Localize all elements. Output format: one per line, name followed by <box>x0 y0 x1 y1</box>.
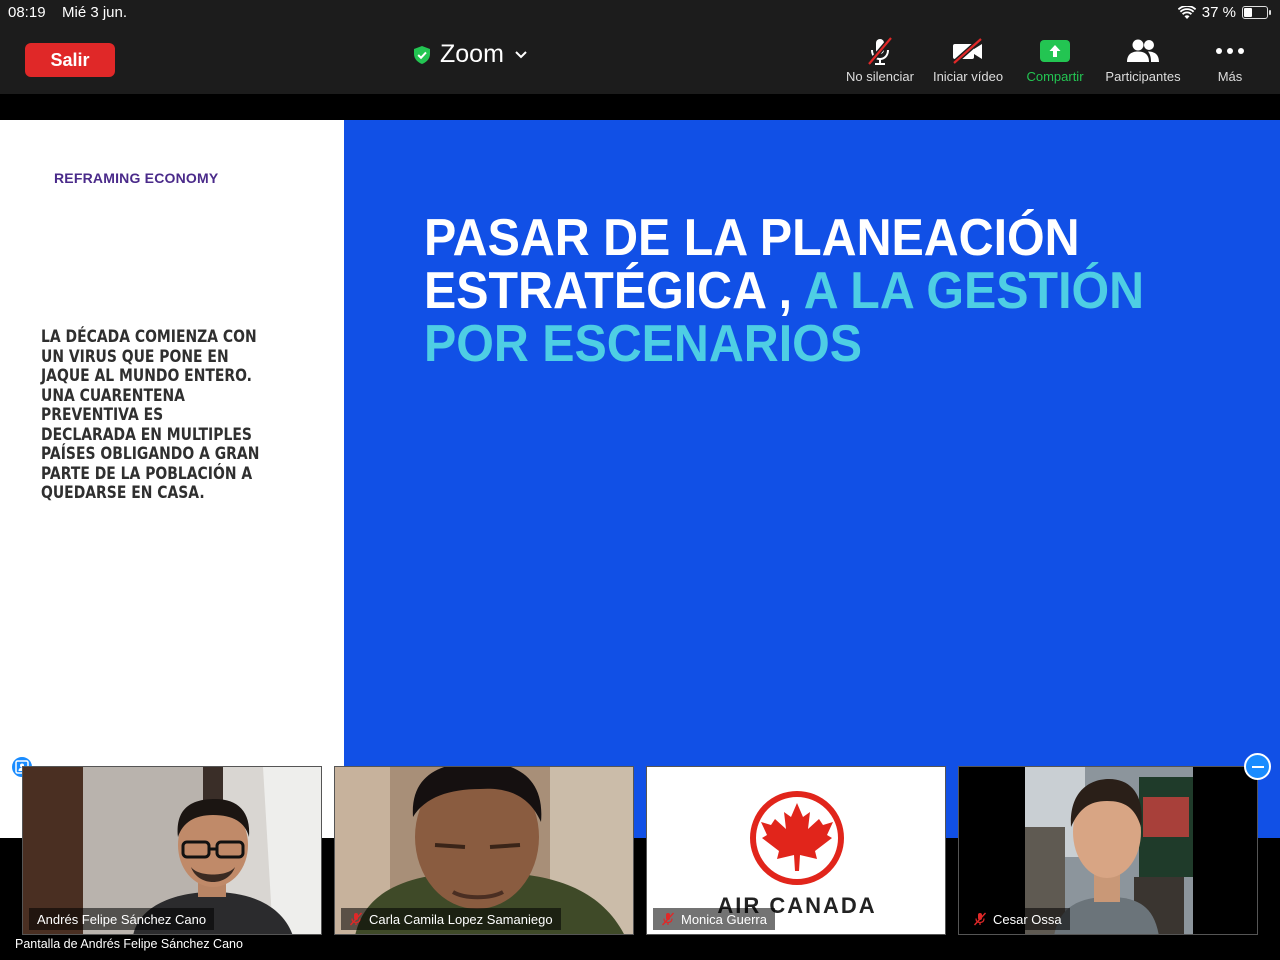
status-time: 08:19 <box>8 4 46 21</box>
participant-name: Carla Camila Lopez Samaniego <box>341 908 561 930</box>
participants-icon <box>1127 39 1159 62</box>
share-screen-icon <box>1040 40 1070 62</box>
slide-left-text: LA DÉCADA COMIENZA CON UN VIRUS QUE PONE… <box>41 327 279 504</box>
more-icon <box>1216 48 1244 54</box>
participant-name: Cesar Ossa <box>965 908 1070 930</box>
slide-left-line: LA DÉCADA COMIENZA CON <box>41 327 257 347</box>
status-date: Mié 3 jun. <box>62 4 128 21</box>
slide-left-line: PREVENTIVA ES <box>41 405 164 425</box>
participant-name-text: Cesar Ossa <box>993 911 1062 927</box>
participant-name-text: Andrés Felipe Sánchez Cano <box>37 911 207 927</box>
slide-left-line: UNA CUARENTENA <box>41 385 185 406</box>
unmute-label: No silenciar <box>846 69 914 84</box>
participants-label: Participantes <box>1105 69 1181 84</box>
shield-check-icon <box>414 45 430 64</box>
collapse-icon[interactable] <box>1244 753 1271 780</box>
share-button[interactable]: Compartir <box>1010 36 1100 84</box>
unmute-button[interactable]: No silenciar <box>835 36 925 84</box>
status-right: 37 % <box>1177 4 1271 21</box>
slide-left-line: QUEDARSE EN CASA. <box>41 483 205 503</box>
microphone-muted-icon <box>867 36 893 66</box>
meeting-title-label: Zoom <box>440 40 504 68</box>
battery-percent: 37 % <box>1201 4 1236 21</box>
microphone-muted-icon <box>661 912 675 926</box>
participant-name-text: Carla Camila Lopez Samaniego <box>369 911 553 927</box>
battery-icon <box>1242 6 1271 19</box>
start-video-label: Iniciar vídeo <box>932 69 1004 84</box>
leave-button[interactable]: Salir <box>25 43 115 77</box>
slide-left-line: JAQUE AL MUNDO ENTERO. <box>41 366 252 386</box>
share-label: Compartir <box>1026 69 1084 84</box>
battery-fill <box>1244 8 1252 17</box>
participant-tile[interactable]: Cesar Ossa <box>958 766 1258 935</box>
meeting-toolbar: Salir Zoom No silenciar Iniciar vídeo Co… <box>0 24 1280 94</box>
slide-left-line: PAÍSES OBLIGANDO A GRAN <box>41 444 260 464</box>
slide-left-panel: REFRAMING ECONOMY LA DÉCADA COMIENZA CON… <box>0 120 344 838</box>
headline-line-3: POR ESCENARIOS <box>424 315 863 373</box>
meeting-title[interactable]: Zoom <box>414 40 528 69</box>
chevron-down-icon <box>515 50 527 58</box>
headline-line-2: ESTRATÉGICA , A LA GESTIÓN <box>424 265 1144 318</box>
wifi-icon <box>1177 5 1196 19</box>
status-bar: 08:19 Mié 3 jun. 37 % <box>0 0 1280 24</box>
participant-tile[interactable]: Andrés Felipe Sánchez Cano <box>22 766 322 935</box>
more-label: Más <box>1217 69 1243 84</box>
video-off-icon <box>952 37 983 65</box>
participant-name: Andrés Felipe Sánchez Cano <box>29 908 215 930</box>
toolbar-gap <box>0 94 1280 120</box>
more-button[interactable]: Más <box>1185 36 1275 84</box>
headline-line-2-cyan: A LA GESTIÓN <box>803 262 1145 320</box>
slide-left-line: PARTE DE LA POBLACIÓN A <box>41 463 253 484</box>
headline-line-2-white: ESTRATÉGICA , <box>424 262 804 320</box>
slide-brand: REFRAMING ECONOMY <box>54 170 219 186</box>
headline-line-1: PASAR DE LA PLANEACIÓN <box>424 209 1080 267</box>
slide-left-line: UN VIRUS QUE PONE EN <box>41 346 229 367</box>
start-video-button[interactable]: Iniciar vídeo <box>923 36 1013 84</box>
participant-tile[interactable]: Carla Camila Lopez Samaniego <box>334 766 634 935</box>
microphone-muted-icon <box>349 912 363 926</box>
microphone-muted-icon <box>973 912 987 926</box>
participant-tile[interactable]: AIR CANADA Monica Guerra <box>646 766 946 935</box>
slide-left-line: DECLARADA EN MULTIPLES <box>41 424 252 445</box>
participants-button[interactable]: Participantes <box>1098 36 1188 84</box>
slide-headline: PASAR DE LA PLANEACIÓN ESTRATÉGICA , A L… <box>424 212 1144 371</box>
participant-name-text: Monica Guerra <box>681 911 767 927</box>
participant-name: Monica Guerra <box>653 908 775 930</box>
share-caption: Pantalla de Andrés Felipe Sánchez Cano <box>15 937 243 951</box>
